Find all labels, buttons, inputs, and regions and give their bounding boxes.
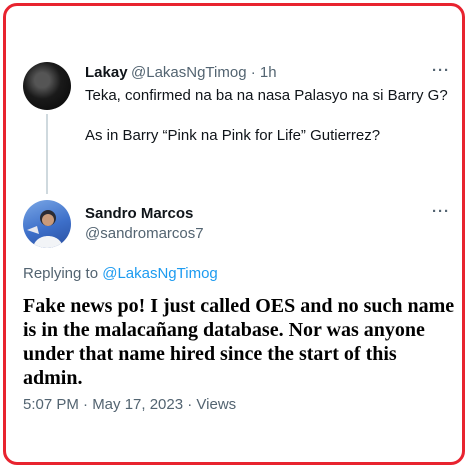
more-options-icon[interactable]: ··· — [432, 62, 450, 79]
separator-dot: · — [250, 64, 256, 81]
replying-to: Replying to @LakasNgTimog — [23, 265, 218, 282]
handle-text[interactable]: @LakasNgTimog — [131, 64, 247, 81]
avatar[interactable] — [23, 62, 71, 110]
tweet-body: Fake news po! I just called OES and no s… — [23, 295, 455, 389]
replying-to-label: Replying to — [23, 265, 103, 282]
tweet-text-line: Teka, confirmed na ba na nasa Palasyo na… — [85, 87, 448, 104]
tweet-text-line: As in Barry “Pink na Pink for Life” Guti… — [85, 127, 381, 144]
author-name[interactable]: Sandro Marcos — [85, 205, 193, 222]
author-handle[interactable]: @sandromarcos7 — [85, 225, 204, 242]
tweet-footer: 5:07 PM · May 17, 2023 · Views — [23, 396, 236, 413]
more-options-icon[interactable]: ··· — [432, 203, 450, 220]
avatar-photo — [27, 210, 63, 248]
avatar[interactable] — [23, 200, 71, 248]
post-time[interactable]: 1h — [260, 64, 277, 81]
timestamp[interactable]: 5:07 PM · May 17, 2023 · — [23, 396, 192, 413]
replying-to-handle-link[interactable]: @LakasNgTimog — [102, 265, 218, 282]
views-label[interactable]: Views — [196, 396, 236, 413]
author-handle[interactable]: @LakasNgTimog · 1h — [131, 64, 277, 81]
thread-connector-line — [46, 114, 48, 194]
author-name[interactable]: Lakay — [85, 64, 128, 81]
